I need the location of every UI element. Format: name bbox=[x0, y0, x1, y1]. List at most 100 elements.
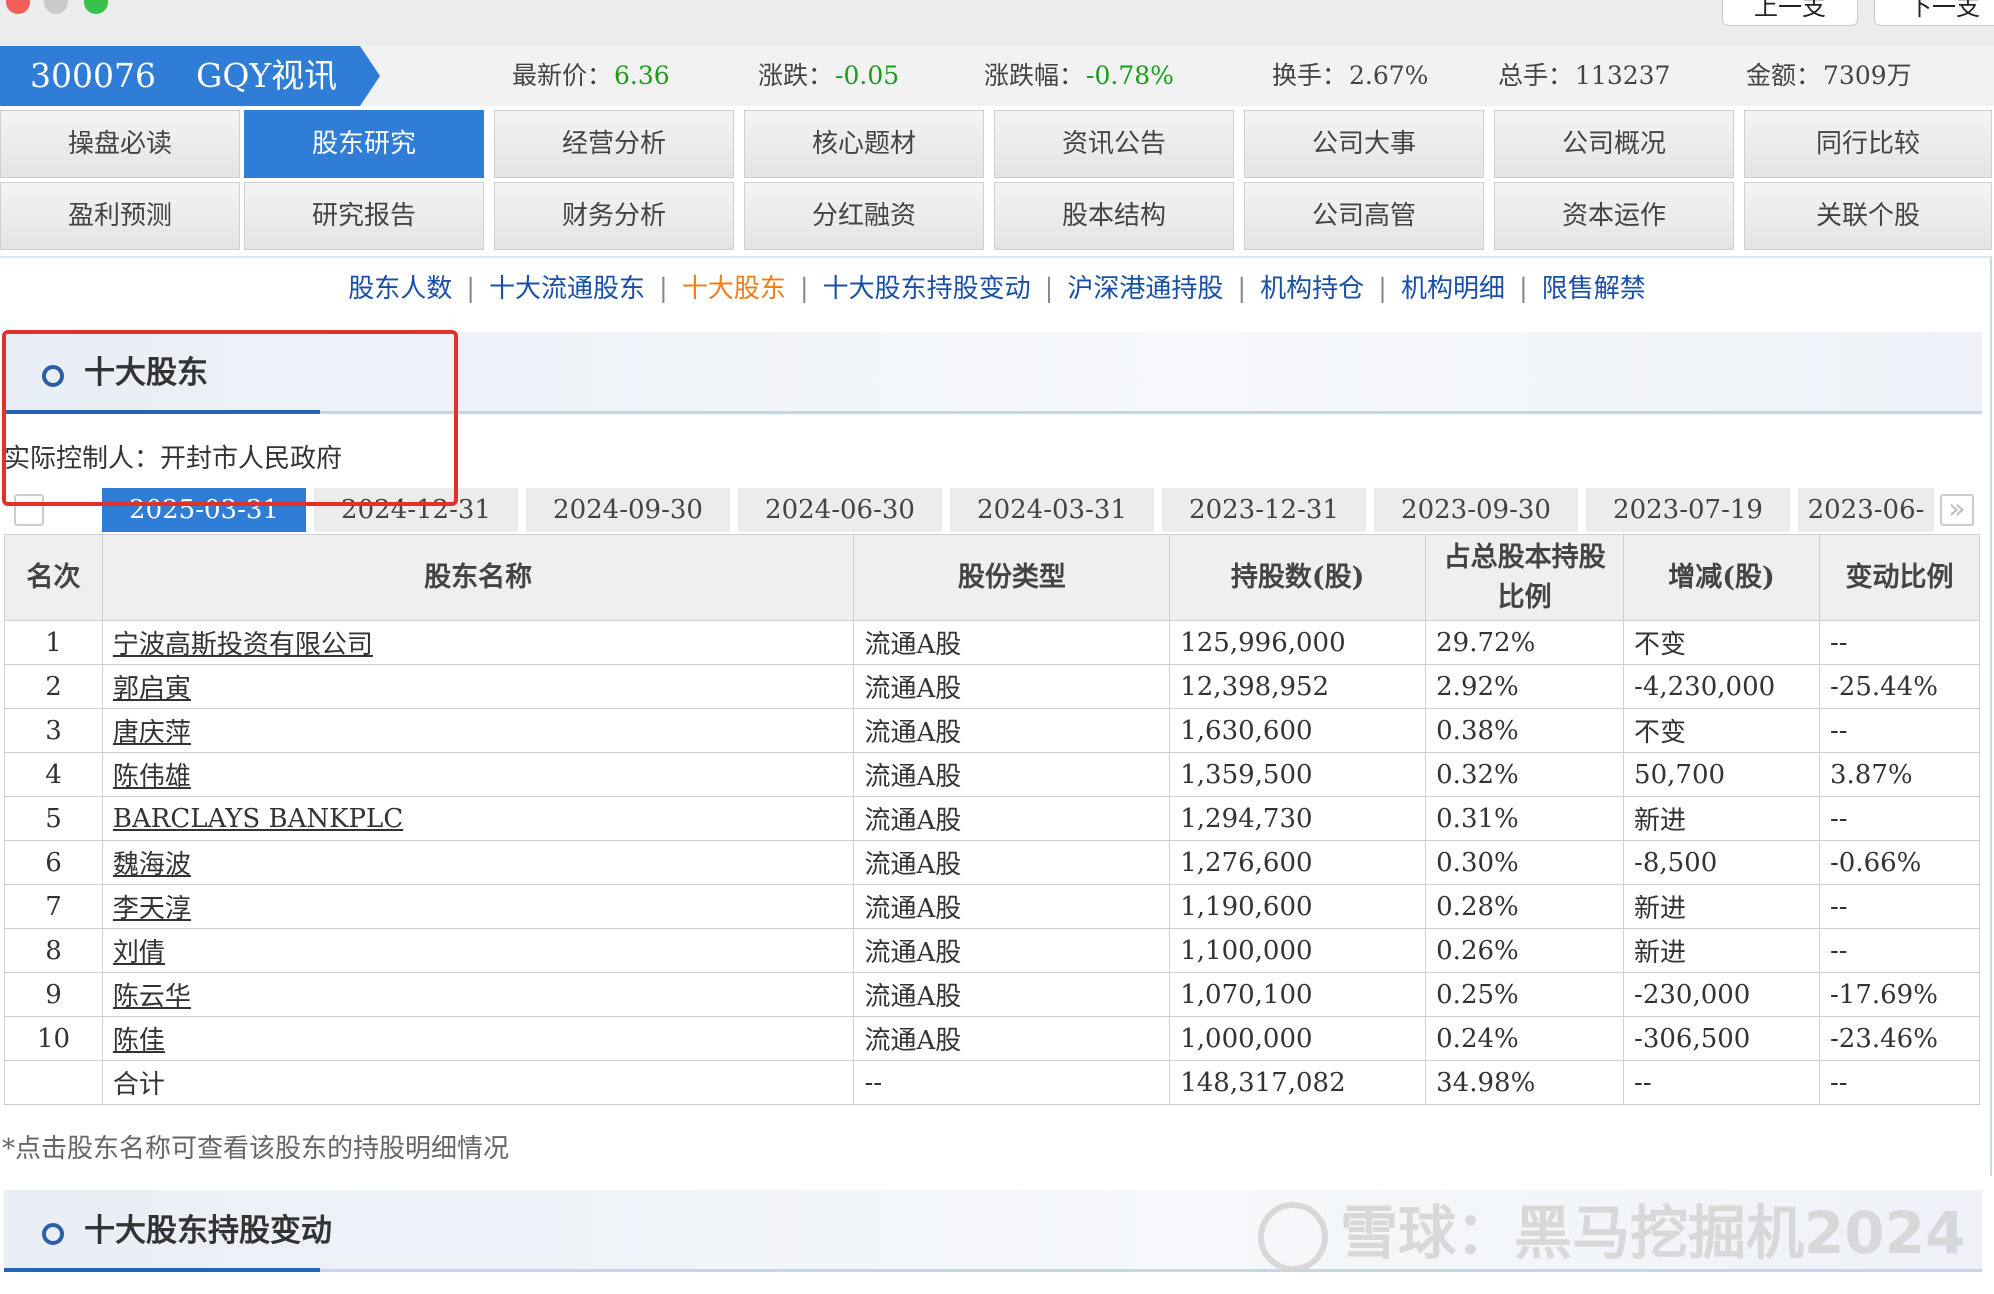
cell-ratio: 0.30% bbox=[1425, 840, 1625, 885]
cell-rank: 6 bbox=[4, 840, 103, 885]
minimize-window-icon[interactable] bbox=[44, 0, 68, 14]
menu-gaikuang[interactable]: 公司概况 bbox=[1494, 110, 1734, 178]
menu-tonghang[interactable]: 同行比较 bbox=[1744, 110, 1992, 178]
table-row: 3 唐庆萍 流通A股 1,630,600 0.38% 不变 -- bbox=[4, 708, 1980, 753]
col-change: 增减(股) bbox=[1623, 534, 1820, 621]
cell-rank: 1 bbox=[4, 620, 103, 665]
cell-rank: 10 bbox=[4, 1016, 103, 1061]
subnav-institution-detail[interactable]: 机构明细 bbox=[1401, 274, 1505, 304]
subnav-shareholder-count[interactable]: 股东人数 bbox=[348, 274, 452, 304]
shareholder-name-link[interactable]: 郭启寅 bbox=[113, 674, 191, 704]
section-title: 十大股东持股变动 bbox=[84, 1213, 332, 1249]
cell-name: 唐庆萍 bbox=[101, 708, 855, 753]
cell-ratio: 29.72% bbox=[1425, 620, 1625, 665]
menu-guanlian[interactable]: 关联个股 bbox=[1744, 182, 1992, 250]
menu-gudong-research[interactable]: 股东研究 bbox=[244, 110, 484, 178]
cell-pct: -- bbox=[1819, 708, 1980, 753]
table-row: 10 陈佳 流通A股 1,000,000 0.24% -306,500 -23.46% bbox=[4, 1016, 1980, 1061]
col-ratio: 占总股本持股比例 bbox=[1425, 534, 1625, 621]
shareholder-name-link[interactable]: 陈佳 bbox=[113, 1026, 165, 1056]
quote-amount: 金额：7309万 bbox=[1746, 61, 1912, 90]
quote-latest-price: 最新价：6.36 bbox=[512, 61, 670, 90]
table-header-row: 名次 股东名称 股份类型 持股数(股) 占总股本持股比例 增减(股) 变动比例 bbox=[4, 534, 1980, 621]
total-label: 合计 bbox=[101, 1060, 855, 1105]
menu-guben[interactable]: 股本结构 bbox=[994, 182, 1234, 250]
date-tab[interactable]: 2023-09-30 bbox=[1374, 488, 1578, 532]
cell-shares: 148,317,082 bbox=[1169, 1060, 1427, 1105]
cell-rank: 5 bbox=[4, 796, 103, 841]
cell-change: -8,500 bbox=[1623, 840, 1820, 885]
shareholder-name-link[interactable]: 魏海波 bbox=[113, 850, 191, 880]
cell-change: -4,230,000 bbox=[1623, 664, 1820, 709]
table-row: 1 宁波高斯投资有限公司 流通A股 125,996,000 29.72% 不变 -- bbox=[4, 620, 1980, 665]
shareholder-name-link[interactable]: 陈伟雄 bbox=[113, 762, 191, 792]
menu-gaoguan[interactable]: 公司高管 bbox=[1244, 182, 1484, 250]
quote-change-pct: 涨跌幅：-0.78% bbox=[984, 61, 1174, 90]
menu-fenhong[interactable]: 分红融资 bbox=[744, 182, 984, 250]
cell-type: 流通A股 bbox=[853, 752, 1171, 797]
subnav-hk-connect[interactable]: 沪深港通持股 bbox=[1067, 274, 1223, 304]
shareholder-name-link[interactable]: BARCLAYS BANKPLC bbox=[113, 804, 403, 834]
shareholder-name-link[interactable]: 宁波高斯投资有限公司 bbox=[113, 630, 373, 660]
cell-pct: -- bbox=[1819, 884, 1980, 929]
cell-name: BARCLAYS BANKPLC bbox=[101, 796, 855, 841]
date-tab[interactable]: 2024-06-30 bbox=[738, 488, 942, 532]
cell-shares: 12,398,952 bbox=[1169, 664, 1427, 709]
table-row: 7 李天淳 流通A股 1,190,600 0.28% 新进 -- bbox=[4, 884, 1980, 929]
cell-pct: -- bbox=[1819, 1060, 1980, 1105]
subnav-top10-float[interactable]: 十大流通股东 bbox=[489, 274, 645, 304]
menu-zixun[interactable]: 资讯公告 bbox=[994, 110, 1234, 178]
subnav-lockup[interactable]: 限售解禁 bbox=[1542, 274, 1646, 304]
date-tab[interactable]: 2024-09-30 bbox=[526, 488, 730, 532]
cell-pct: -- bbox=[1819, 796, 1980, 841]
cell-change: 50,700 bbox=[1623, 752, 1820, 797]
cell-name: 李天淳 bbox=[101, 884, 855, 929]
date-tab[interactable]: 2023-07-19 bbox=[1586, 488, 1790, 532]
cell-ratio: 2.92% bbox=[1425, 664, 1625, 709]
cell-type: 流通A股 bbox=[853, 840, 1171, 885]
cell-name: 刘倩 bbox=[101, 928, 855, 973]
subnav-top10[interactable]: 十大股东 bbox=[682, 274, 786, 304]
cell-name: 郭启寅 bbox=[101, 664, 855, 709]
menu-yingli[interactable]: 盈利预测 bbox=[0, 182, 240, 250]
cell-ratio: 0.25% bbox=[1425, 972, 1625, 1017]
top10-shareholders-table: 名次 股东名称 股份类型 持股数(股) 占总股本持股比例 增减(股) 变动比例 … bbox=[4, 534, 1980, 1105]
menu-caiwu[interactable]: 财务分析 bbox=[494, 182, 734, 250]
double-chevron-right-icon[interactable]: » bbox=[1940, 494, 1974, 526]
shareholder-name-link[interactable]: 李天淳 bbox=[113, 894, 191, 924]
date-tab[interactable]: 2024-03-31 bbox=[950, 488, 1154, 532]
cell-pct: 3.87% bbox=[1819, 752, 1980, 797]
stock-ticker-badge: 300076 GQY视讯 bbox=[0, 46, 380, 106]
maximize-window-icon[interactable] bbox=[84, 0, 108, 14]
subnav-institution-holdings[interactable]: 机构持仓 bbox=[1260, 274, 1364, 304]
cell-type: 流通A股 bbox=[853, 972, 1171, 1017]
close-window-icon[interactable] bbox=[6, 0, 30, 14]
menu-hexin[interactable]: 核心题材 bbox=[744, 110, 984, 178]
shareholder-name-link[interactable]: 刘倩 bbox=[113, 938, 165, 968]
cell-ratio: 34.98% bbox=[1425, 1060, 1625, 1105]
menu-ziben[interactable]: 资本运作 bbox=[1494, 182, 1734, 250]
cell-shares: 1,630,600 bbox=[1169, 708, 1427, 753]
menu-yanjiu[interactable]: 研究报告 bbox=[244, 182, 484, 250]
next-stock-button[interactable]: 下一支 bbox=[1874, 0, 1994, 26]
table-row: 8 刘倩 流通A股 1,100,000 0.26% 新进 -- bbox=[4, 928, 1980, 973]
date-tab[interactable]: 2023-12-31 bbox=[1162, 488, 1366, 532]
cell-change: -306,500 bbox=[1623, 1016, 1820, 1061]
menu-jingying[interactable]: 经营分析 bbox=[494, 110, 734, 178]
cell-shares: 1,100,000 bbox=[1169, 928, 1427, 973]
cell-pct: -25.44% bbox=[1819, 664, 1980, 709]
menu-dashi[interactable]: 公司大事 bbox=[1244, 110, 1484, 178]
sub-navigation: 股东人数 | 十大流通股东 | 十大股东 | 十大股东持股变动 | 沪深港通持股 | 机构持仓 | 机构… bbox=[348, 274, 1646, 304]
prev-stock-button[interactable]: 上一支 bbox=[1722, 0, 1858, 26]
menu-caopan[interactable]: 操盘必读 bbox=[0, 110, 240, 178]
cell-shares: 125,996,000 bbox=[1169, 620, 1427, 665]
col-pct: 变动比例 bbox=[1819, 534, 1980, 621]
subnav-top10-change[interactable]: 十大股东持股变动 bbox=[823, 274, 1031, 304]
shareholder-name-link[interactable]: 陈云华 bbox=[113, 982, 191, 1012]
date-tab[interactable]: 2023-06- bbox=[1798, 488, 1934, 532]
shareholder-name-link[interactable]: 唐庆萍 bbox=[113, 718, 191, 748]
cell-shares: 1,294,730 bbox=[1169, 796, 1427, 841]
cell-rank: 2 bbox=[4, 664, 103, 709]
xueqiu-logo-icon bbox=[1258, 1201, 1328, 1272]
cell-pct: -23.46% bbox=[1819, 1016, 1980, 1061]
